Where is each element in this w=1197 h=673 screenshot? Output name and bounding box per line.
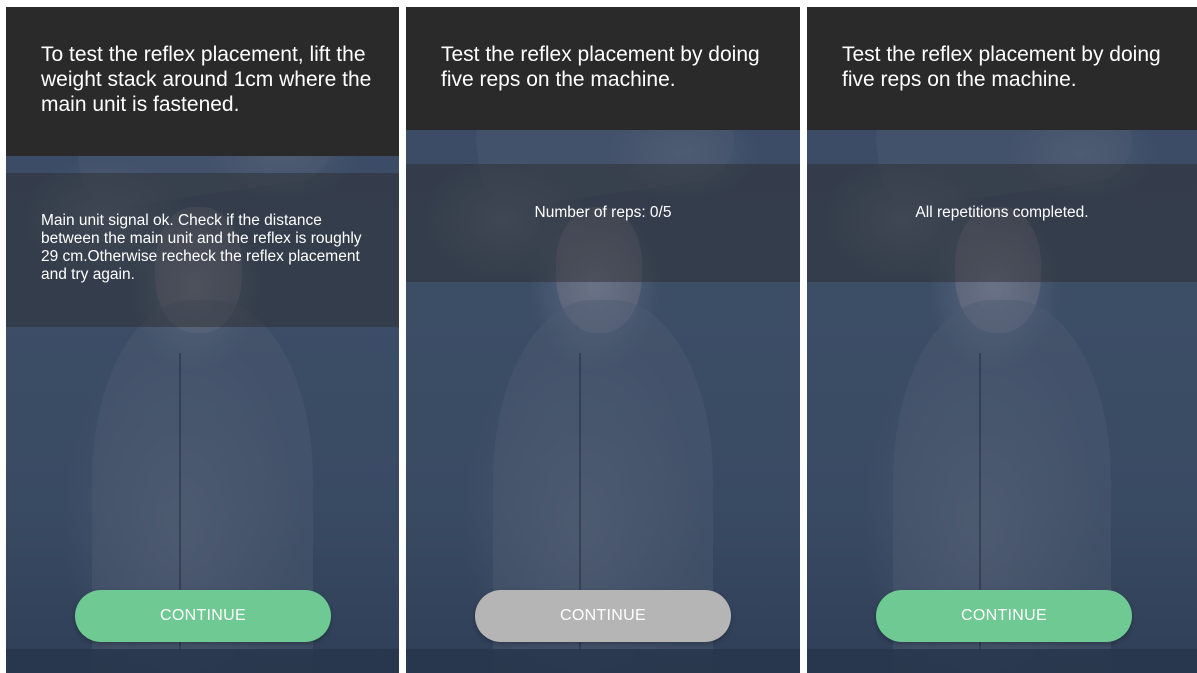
status-message: Main unit signal ok. Check if the distan… [41, 212, 362, 283]
continue-button-disabled[interactable]: CONTINUE [475, 590, 731, 642]
bottom-bar [406, 649, 800, 673]
screen-1: To test the reflex placement, lift the w… [6, 7, 399, 673]
completion-message: All repetitions completed. [915, 204, 1089, 221]
rep-counter: Number of reps: 0/5 [534, 204, 672, 221]
continue-button[interactable]: CONTINUE [75, 590, 331, 642]
bottom-bar [807, 649, 1197, 673]
status-band [807, 164, 1197, 282]
status-band [406, 164, 800, 282]
instruction-header: To test the reflex placement, lift the w… [6, 7, 399, 156]
screen-2: Test the reflex placement by doing five … [406, 7, 800, 673]
instruction-header: Test the reflex placement by doing five … [406, 7, 800, 130]
continue-button[interactable]: CONTINUE [876, 590, 1132, 642]
bottom-bar [6, 649, 399, 673]
instruction-header: Test the reflex placement by doing five … [807, 7, 1197, 130]
screen-3: Test the reflex placement by doing five … [807, 7, 1197, 673]
